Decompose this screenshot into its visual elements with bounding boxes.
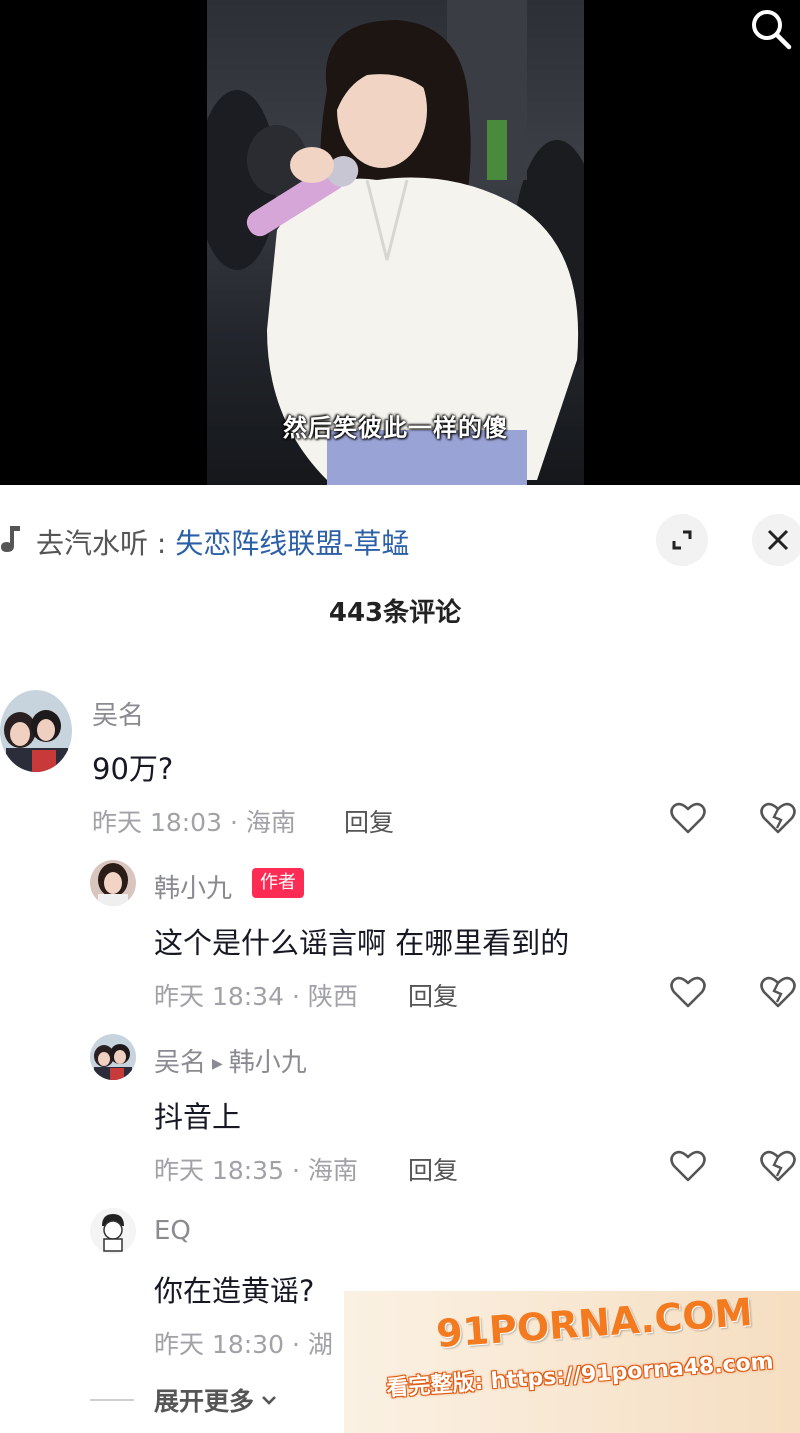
comment-meta: 昨天 18:35 · 海南 — [154, 1156, 358, 1185]
avatar[interactable] — [90, 1208, 136, 1254]
reply-button[interactable]: 回复 — [408, 1151, 458, 1187]
comment-meta: 昨天 18:30 · 湖 — [154, 1330, 333, 1359]
avatar[interactable] — [0, 690, 72, 772]
close-icon — [767, 529, 789, 551]
comment-author-line: 吴名 ▶ 韩小九 — [154, 1042, 307, 1079]
reply-arrow-icon: ▶ — [212, 1055, 223, 1072]
close-button[interactable] — [752, 514, 800, 566]
avatar[interactable] — [90, 1034, 136, 1080]
comment-text: 你在造黄谣? — [154, 1274, 315, 1308]
author-badge: 作者 — [252, 868, 304, 898]
like-button[interactable] — [668, 972, 708, 1012]
music-note-icon — [0, 524, 24, 554]
comment-meta: 昨天 18:34 · 陕西 — [154, 982, 358, 1011]
comment-count: 443条评论 — [328, 598, 462, 628]
video-player[interactable]: 然后笑彼此一样的傻 — [0, 0, 800, 485]
music-link[interactable]: 去汽水听 : 失恋阵线联盟-草蜢 — [36, 522, 409, 562]
expand-icon — [672, 530, 692, 550]
expand-more-label: 展开更多 — [154, 1387, 255, 1416]
reply-target[interactable]: 韩小九 — [229, 1048, 307, 1078]
heart-icon — [670, 976, 706, 1008]
comment-author[interactable]: 吴名 — [154, 1048, 206, 1078]
heart-icon — [670, 1150, 706, 1182]
dislike-button[interactable] — [758, 1146, 798, 1186]
broken-heart-icon — [760, 802, 796, 834]
fullscreen-button[interactable] — [656, 514, 708, 566]
reply-button[interactable]: 回复 — [344, 803, 394, 839]
reply-button[interactable]: 回复 — [408, 977, 458, 1013]
video-subtitle: 然后笑彼此一样的傻 — [283, 414, 508, 442]
dislike-button[interactable] — [758, 972, 798, 1012]
music-song-title[interactable]: 失恋阵线联盟-草蜢 — [175, 527, 409, 560]
comment-text: 抖音上 — [154, 1100, 242, 1134]
video-frame[interactable]: 然后笑彼此一样的傻 — [207, 0, 584, 485]
comment-author[interactable]: 韩小九 — [154, 868, 232, 905]
like-button[interactable] — [668, 1146, 708, 1186]
chevron-down-icon — [262, 1396, 276, 1405]
comment-meta: 昨天 18:03 · 海南 — [92, 808, 296, 837]
expand-more-replies[interactable]: 展开更多 — [90, 1382, 280, 1418]
broken-heart-icon — [760, 976, 796, 1008]
like-button[interactable] — [668, 798, 708, 838]
avatar[interactable] — [90, 860, 136, 906]
search-icon — [752, 10, 792, 50]
comment-author[interactable]: EQ — [154, 1216, 191, 1246]
comment-text: 这个是什么谣言啊 在哪里看到的 — [154, 926, 570, 960]
comment-text: 90万? — [92, 752, 174, 786]
music-bar: 去汽水听 : 失恋阵线联盟-草蜢 — [0, 510, 800, 570]
comment-author[interactable]: 吴名 — [92, 695, 144, 732]
dislike-button[interactable] — [758, 798, 798, 838]
music-prefix: 去汽水听 : — [36, 527, 176, 560]
broken-heart-icon — [760, 1150, 796, 1182]
heart-icon — [670, 802, 706, 834]
divider — [90, 1399, 134, 1401]
search-button[interactable] — [746, 4, 796, 54]
watermark-overlay: 91PORNA.COM 看完整版: https://91porna48.com — [344, 1291, 800, 1433]
watermark-logo: 91PORNA.COM — [434, 1291, 754, 1356]
